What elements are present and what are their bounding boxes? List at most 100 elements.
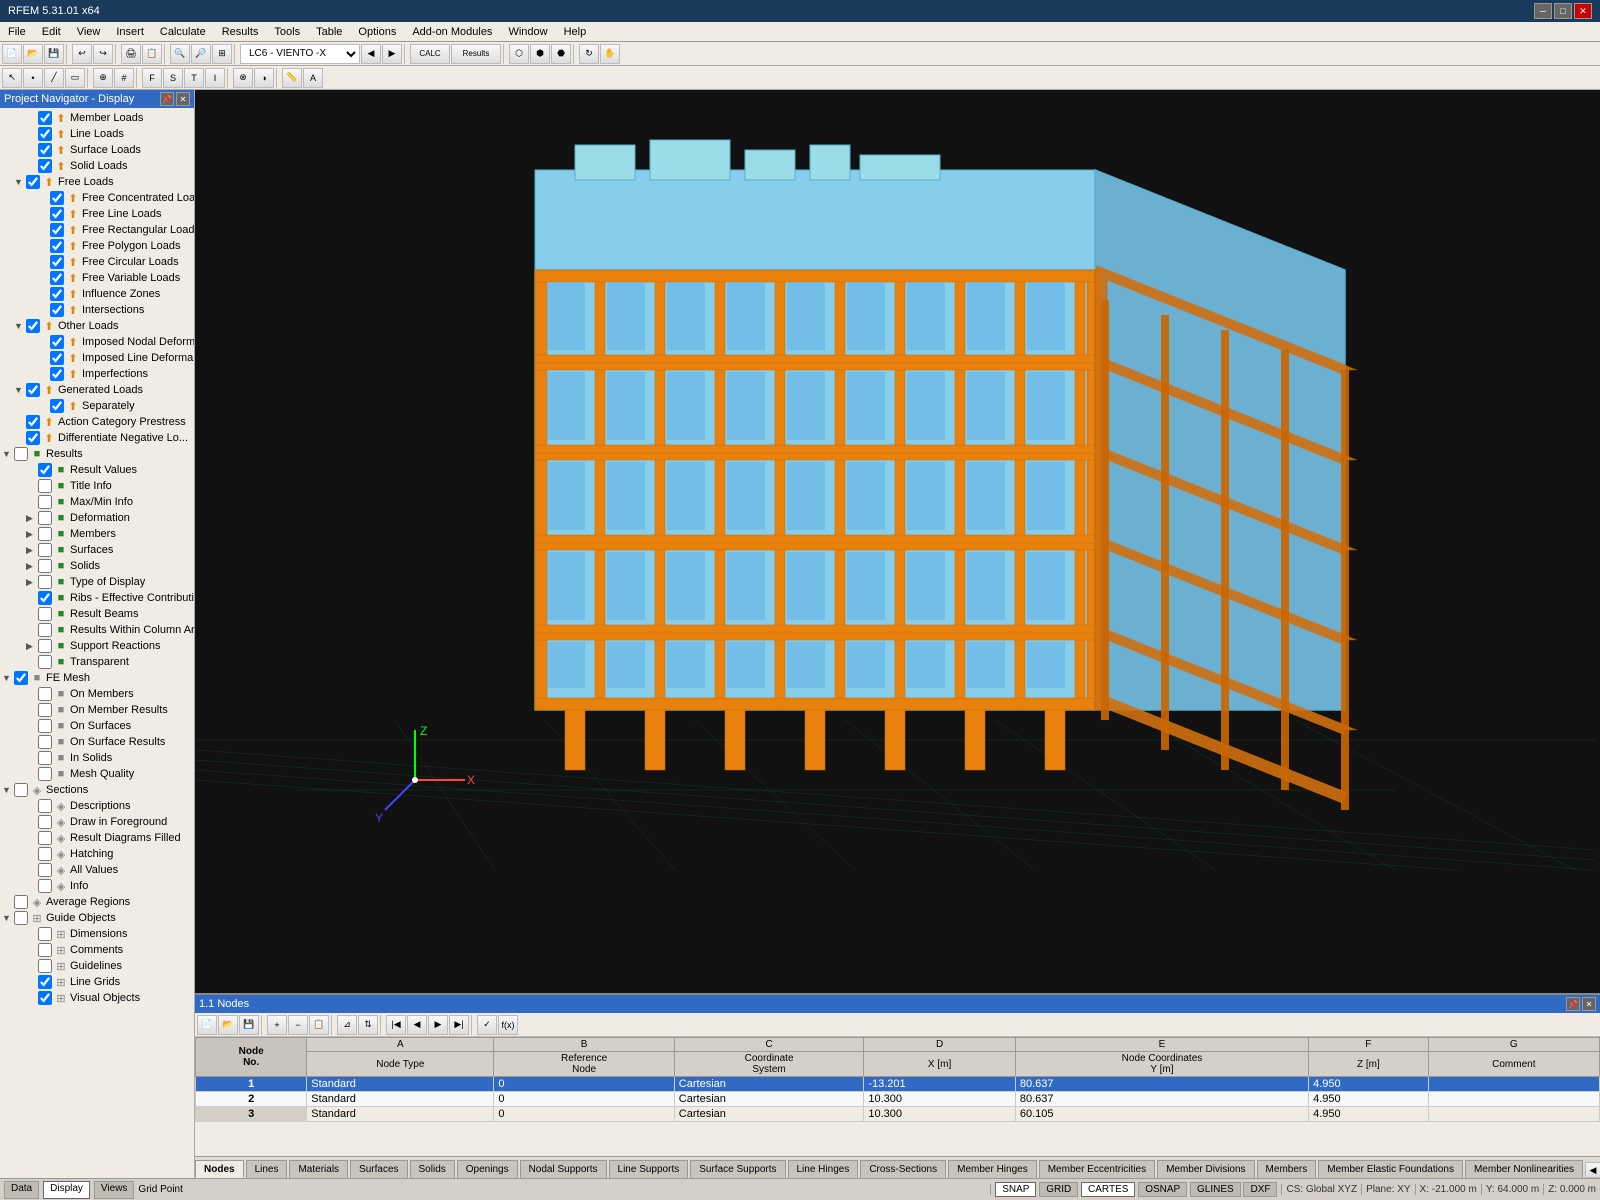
snap-btn[interactable]: ⊕ [93, 68, 113, 88]
sidebar-item-all-values[interactable]: ◈ All Values [0, 862, 194, 878]
sidebar-item-separately[interactable]: ⬆ Separately [0, 398, 194, 414]
front-view-btn[interactable]: F [142, 68, 162, 88]
zoom-in-btn[interactable]: 🔍 [170, 44, 190, 64]
member-loads-check[interactable] [38, 111, 52, 125]
tab-member-elastic[interactable]: Member Elastic Foundations [1318, 1160, 1463, 1178]
fe-mesh-check[interactable] [14, 671, 28, 685]
show-results-btn[interactable]: Results [451, 44, 501, 64]
table-save-btn[interactable]: 💾 [239, 1015, 259, 1035]
cell-comment-1[interactable] [1428, 1077, 1599, 1092]
sidebar-item-solids-res[interactable]: ▶ ■ Solids [0, 558, 194, 574]
zoom-out-btn[interactable]: 🔎 [191, 44, 211, 64]
cell-comment-2[interactable] [1428, 1092, 1599, 1107]
sidebar-item-sections[interactable]: ▼ ◈ Sections [0, 782, 194, 798]
sidebar-item-free-concentrated[interactable]: ⬆ Free Concentrated Loa... [0, 190, 194, 206]
guide-objects-check[interactable] [14, 911, 28, 925]
imposed-nodal-check[interactable] [50, 335, 64, 349]
sidebar-item-free-line[interactable]: ⬆ Free Line Loads [0, 206, 194, 222]
guidelines-check[interactable] [38, 959, 52, 973]
transparent-check[interactable] [38, 655, 52, 669]
cell-type-3[interactable]: Standard [307, 1107, 494, 1122]
sidebar-item-maxmin-info[interactable]: ■ Max/Min Info [0, 494, 194, 510]
cell-type-1[interactable]: Standard [307, 1077, 494, 1092]
free-loads-check[interactable] [26, 175, 40, 189]
sidebar-item-on-surfaces[interactable]: ■ On Surfaces [0, 718, 194, 734]
tab-line-supports[interactable]: Line Supports [609, 1160, 689, 1178]
tab-lines[interactable]: Lines [246, 1160, 288, 1178]
table-open-btn[interactable]: 📂 [218, 1015, 238, 1035]
cell-comment-3[interactable] [1428, 1107, 1599, 1122]
sidebar-item-visual-objects[interactable]: ⊞ Visual Objects [0, 990, 194, 1006]
cell-z-1[interactable]: 4.950 [1309, 1077, 1429, 1092]
influence-zones-check[interactable] [50, 287, 64, 301]
table-row[interactable]: 3 Standard 0 Cartesian 10.300 60.105 4.9… [196, 1107, 1600, 1122]
select-btn[interactable]: ↖ [2, 68, 22, 88]
tab-solids[interactable]: Solids [410, 1160, 455, 1178]
cell-x-3[interactable]: 10.300 [864, 1107, 1016, 1122]
cell-ref-2[interactable]: 0 [494, 1092, 674, 1107]
table-container[interactable]: NodeNo. A B C D E F G Node Type Referenc… [195, 1037, 1600, 1156]
grid-btn[interactable]: GRID [1039, 1182, 1078, 1197]
sidebar-item-differentiate[interactable]: ⬆ Differentiate Negative Lo... [0, 430, 194, 446]
menu-tools[interactable]: Tools [266, 24, 308, 40]
cell-ref-3[interactable]: 0 [494, 1107, 674, 1122]
surface-btn[interactable]: ▭ [65, 68, 85, 88]
tab-line-hinges[interactable]: Line Hinges [788, 1160, 859, 1178]
tab-openings[interactable]: Openings [457, 1160, 518, 1178]
descriptions-check[interactable] [38, 799, 52, 813]
menu-options[interactable]: Options [350, 24, 404, 40]
sidebar-item-results[interactable]: ▼ ■ Results [0, 446, 194, 462]
minimize-button[interactable]: ─ [1534, 3, 1552, 19]
cell-coord-3[interactable]: Cartesian [674, 1107, 864, 1122]
sidebar-item-imperfections[interactable]: ⬆ Imperfections [0, 366, 194, 382]
close-button[interactable]: ✕ [1574, 3, 1592, 19]
menu-table[interactable]: Table [308, 24, 350, 40]
tab-member-divisions[interactable]: Member Divisions [1157, 1160, 1254, 1178]
pan-btn[interactable]: ✋ [600, 44, 620, 64]
surface-loads-check[interactable] [38, 143, 52, 157]
menu-edit[interactable]: Edit [34, 24, 69, 40]
save-btn[interactable]: 💾 [44, 44, 64, 64]
redo-btn[interactable]: ↪ [93, 44, 113, 64]
draw-foreground-check[interactable] [38, 815, 52, 829]
xray-btn[interactable]: ⊗ [233, 68, 253, 88]
cell-z-2[interactable]: 4.950 [1309, 1092, 1429, 1107]
sidebar-item-free-loads[interactable]: ▼ ⬆ Free Loads [0, 174, 194, 190]
all-values-check[interactable] [38, 863, 52, 877]
sidebar-item-members-res[interactable]: ▶ ■ Members [0, 526, 194, 542]
solid-btn[interactable]: ⬣ [551, 44, 571, 64]
maxmin-check[interactable] [38, 495, 52, 509]
tab-surfaces[interactable]: Surfaces [350, 1160, 407, 1178]
members-res-check[interactable] [38, 527, 52, 541]
prev-btn[interactable]: ◀ [361, 44, 381, 64]
rotate-btn[interactable]: ↻ [579, 44, 599, 64]
tab-surface-supports[interactable]: Surface Supports [690, 1160, 785, 1178]
table-copy-row-btn[interactable]: 📋 [309, 1015, 329, 1035]
table-prev-btn[interactable]: ◀ [407, 1015, 427, 1035]
sidebar-item-type-of-display[interactable]: ▶ ■ Type of Display [0, 574, 194, 590]
free-variable-check[interactable] [50, 271, 64, 285]
sidebar-item-deformation[interactable]: ▶ ■ Deformation [0, 510, 194, 526]
render-btn[interactable]: ⬡ [509, 44, 529, 64]
dxf-btn[interactable]: DXF [1243, 1182, 1277, 1197]
info-check[interactable] [38, 879, 52, 893]
top-view-btn[interactable]: T [184, 68, 204, 88]
tab-members[interactable]: Members [1257, 1160, 1317, 1178]
sidebar-item-result-values[interactable]: ■ Result Values [0, 462, 194, 478]
side-view-btn[interactable]: S [163, 68, 183, 88]
sidebar-item-comments[interactable]: ⊞ Comments [0, 942, 194, 958]
cell-y-2[interactable]: 80.637 [1015, 1092, 1308, 1107]
sidebar-item-surface-loads[interactable]: ⬆ Surface Loads [0, 142, 194, 158]
sidebar-item-info[interactable]: ◈ Info [0, 878, 194, 894]
iso-view-btn[interactable]: I [205, 68, 225, 88]
table-row[interactable]: 2 Standard 0 Cartesian 10.300 80.637 4.9… [196, 1092, 1600, 1107]
sidebar-item-mesh-quality[interactable]: ■ Mesh Quality [0, 766, 194, 782]
menu-addon[interactable]: Add-on Modules [404, 24, 500, 40]
sidebar-item-imposed-line[interactable]: ⬆ Imposed Line Deforma... [0, 350, 194, 366]
maximize-button[interactable]: □ [1554, 3, 1572, 19]
sidebar-item-solid-loads[interactable]: ⬆ Solid Loads [0, 158, 194, 174]
differentiate-check[interactable] [26, 431, 40, 445]
result-beams-check[interactable] [38, 607, 52, 621]
table-first-btn[interactable]: |◀ [386, 1015, 406, 1035]
title-info-check[interactable] [38, 479, 52, 493]
